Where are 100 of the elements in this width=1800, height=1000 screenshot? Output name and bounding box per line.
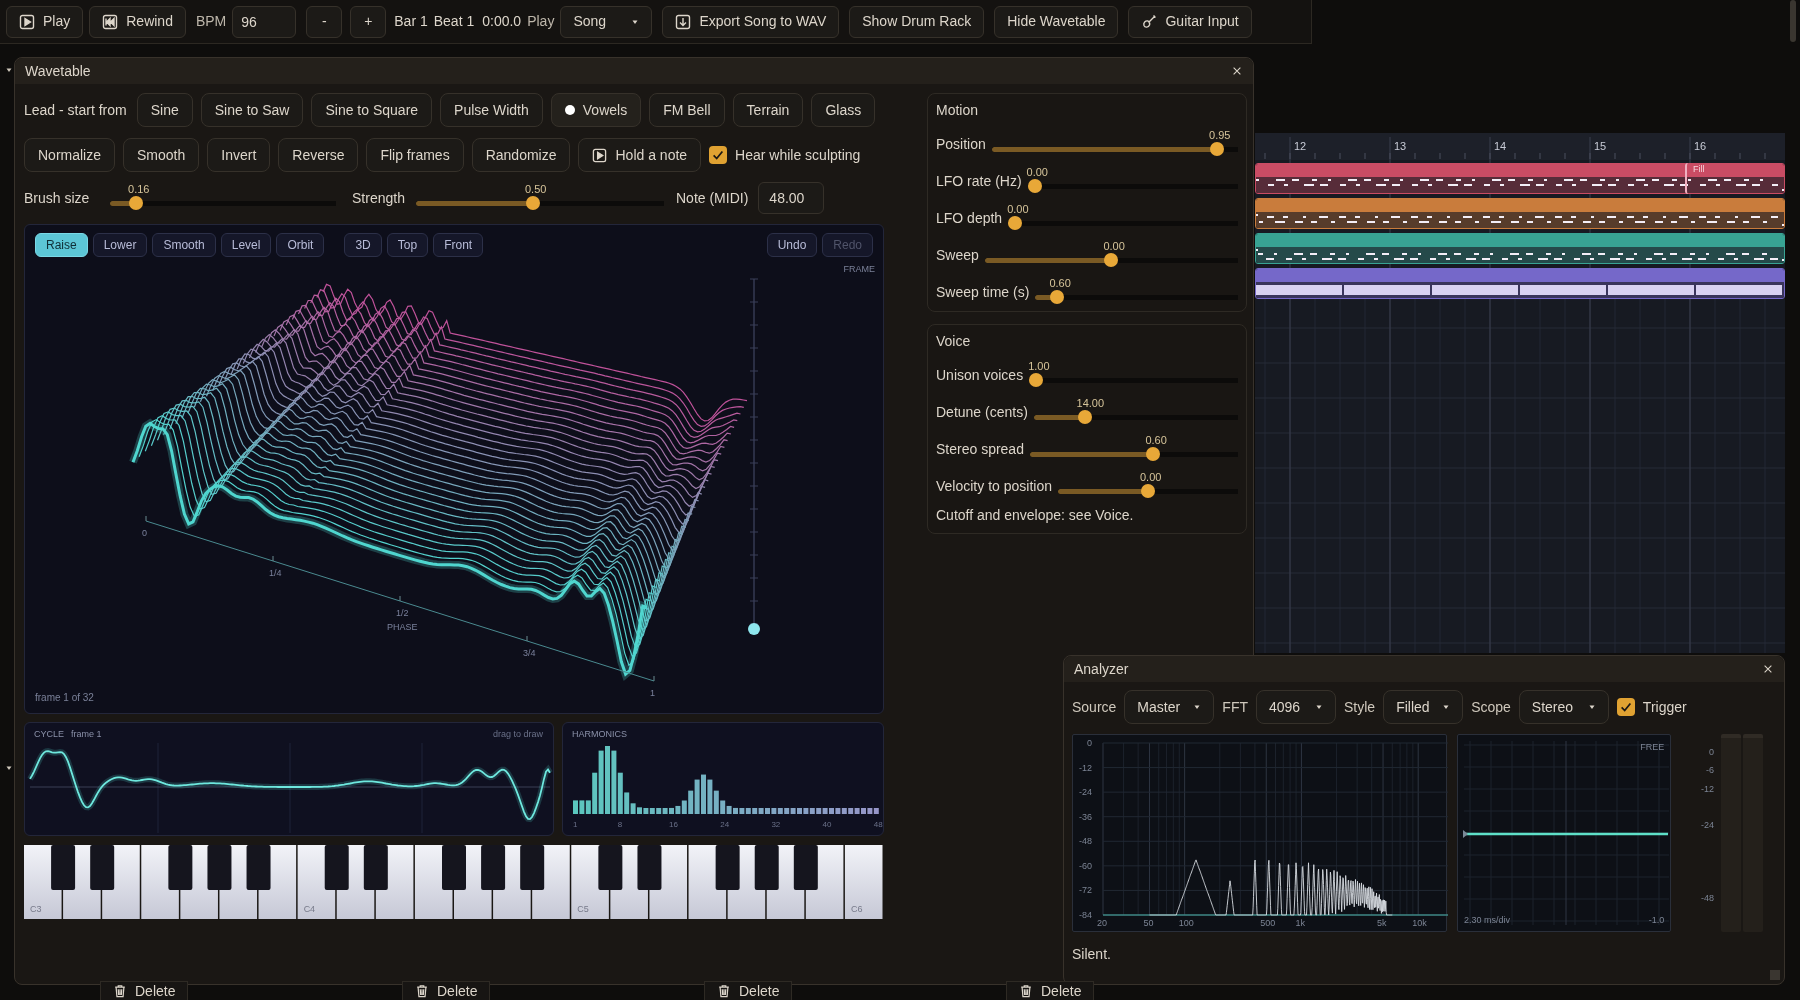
track-clip[interactable]	[1255, 198, 1785, 229]
slider[interactable]: 0.60	[1035, 279, 1238, 305]
mode-dropdown[interactable]: Song	[560, 5, 653, 38]
checkbox[interactable]	[709, 146, 728, 164]
toolbar-button[interactable]: Show Drum Rack	[849, 5, 985, 38]
track-clip[interactable]	[1255, 163, 1785, 194]
play-icon	[19, 13, 35, 30]
delete-button[interactable]: Delete	[402, 981, 491, 1000]
preset-button[interactable]: FM Bell	[649, 93, 725, 127]
brush-tab[interactable]: Raise	[35, 233, 88, 257]
track-clip[interactable]	[1255, 268, 1785, 299]
increase-button[interactable]: +	[350, 5, 387, 38]
slider-value: 14.00	[1076, 397, 1105, 410]
frame-slider-thumb[interactable]	[748, 623, 760, 635]
toolbar-button[interactable]: Guitar Input	[1128, 5, 1252, 38]
slider[interactable]: 0.00	[1057, 473, 1238, 499]
dropdown[interactable]: Master	[1124, 690, 1215, 724]
slider[interactable]: 0.00	[984, 242, 1238, 268]
slider-thumb[interactable]	[1210, 142, 1225, 156]
slider-thumb[interactable]	[1008, 216, 1023, 230]
slider-value: 0.60	[1049, 277, 1071, 290]
meter-tick-label: -48	[1701, 893, 1714, 903]
brush-tab[interactable]: Smooth	[152, 233, 216, 257]
view-tab[interactable]: Front	[433, 233, 484, 257]
track-clip[interactable]	[1255, 233, 1785, 264]
note-field[interactable]: 48.00	[758, 182, 825, 214]
slider[interactable]: 0.00	[1008, 205, 1238, 231]
slider-thumb[interactable]	[1104, 253, 1119, 267]
axis-tick-label: 8	[617, 819, 623, 831]
slider[interactable]: 0.95	[991, 131, 1238, 157]
tool-button[interactable]: Normalize	[24, 138, 115, 172]
tool-button[interactable]: Randomize	[471, 138, 571, 172]
decrease-button[interactable]: -	[306, 5, 343, 38]
preset-button[interactable]: Sine	[136, 93, 193, 127]
axis-tick-label: 20	[1097, 918, 1107, 928]
slider[interactable]: 0.00	[1027, 168, 1238, 194]
slider[interactable]: 1.00	[1029, 362, 1238, 388]
slider-label: Detune (cents)	[936, 403, 1028, 422]
tool-button[interactable]: Smooth	[123, 138, 200, 172]
slider-label: Brush size	[24, 188, 91, 208]
slider-thumb[interactable]	[1141, 484, 1155, 498]
dropdown[interactable]: Stereo	[1518, 690, 1609, 724]
bpm-field[interactable]: 96	[232, 5, 297, 38]
frame-caption: frame 1	[71, 728, 102, 741]
slider-thumb[interactable]	[1029, 373, 1044, 387]
check-icon	[711, 148, 726, 162]
play-icon	[592, 147, 608, 163]
preset-button[interactable]: Sine to Saw	[200, 93, 304, 127]
tool-button[interactable]: Hold a note	[578, 138, 702, 172]
close-button[interactable]	[1762, 663, 1774, 675]
preset-button[interactable]: Glass	[811, 93, 876, 127]
slider-thumb[interactable]	[525, 196, 540, 210]
caret-icon	[1193, 703, 1202, 711]
view-tab[interactable]: 3D	[344, 233, 382, 257]
axis-tick-label: -72	[1079, 885, 1093, 896]
bpm-label: BPM	[195, 12, 227, 31]
fill-clip[interactable]: Fill	[1685, 163, 1785, 194]
close-button[interactable]	[1231, 65, 1243, 77]
axis-tick-label: 1	[650, 688, 655, 698]
delete-button[interactable]: Delete	[1006, 981, 1095, 1000]
dropdown[interactable]: Filled	[1383, 690, 1464, 724]
checkbox[interactable]	[1616, 698, 1635, 716]
slider[interactable]: 0.16	[110, 185, 336, 211]
trash-icon	[1019, 984, 1033, 998]
preset-button[interactable]: Terrain	[732, 93, 804, 127]
scrollbar-thumb[interactable]	[1790, 0, 1796, 42]
slider-value: 0.95	[1209, 129, 1231, 142]
slider[interactable]: 0.60	[1029, 436, 1238, 462]
slider-thumb[interactable]	[1077, 410, 1092, 424]
resize-handle[interactable]	[1770, 970, 1780, 980]
slider-value: 0.00	[1026, 166, 1048, 179]
dropdown[interactable]: 4096	[1256, 690, 1336, 724]
delete-button[interactable]: Delete	[704, 981, 793, 1000]
preset-button[interactable]: Pulse Width	[440, 93, 543, 127]
tool-button[interactable]: Invert	[207, 138, 271, 172]
slider-thumb[interactable]	[1027, 179, 1042, 193]
brush-tab[interactable]: Level	[220, 233, 272, 257]
play-button[interactable]: Play	[6, 5, 84, 38]
undo-button[interactable]: Undo	[766, 233, 818, 257]
tool-button[interactable]: Flip frames	[366, 138, 464, 172]
delete-button[interactable]: Delete	[100, 981, 189, 1000]
toolbar-button[interactable]: Export Song to WAV	[662, 5, 840, 38]
slider-thumb[interactable]	[1146, 447, 1161, 461]
slider[interactable]: 0.50	[416, 185, 664, 211]
slider-value: 1.00	[1028, 360, 1050, 373]
piano-keyboard[interactable]	[24, 845, 883, 919]
brush-tab[interactable]: Lower	[92, 233, 148, 257]
rewind-button[interactable]: Rewind	[89, 5, 186, 38]
slider-thumb[interactable]	[129, 196, 144, 210]
axis-tick-label: -24	[1079, 787, 1093, 798]
tool-button[interactable]: Reverse	[278, 138, 359, 172]
brush-tab[interactable]: Orbit	[276, 233, 325, 257]
slider[interactable]: 14.00	[1033, 399, 1238, 425]
toolbar-button[interactable]: Hide Wavetable	[994, 5, 1119, 38]
view-tab[interactable]: Top	[386, 233, 429, 257]
preset-button[interactable]: Sine to Square	[311, 93, 433, 127]
status-text: Silent.	[1071, 945, 1112, 964]
preset-button[interactable]: Vowels	[550, 93, 642, 127]
bar-position: Bar 1	[394, 12, 428, 31]
slider-thumb[interactable]	[1050, 290, 1065, 304]
